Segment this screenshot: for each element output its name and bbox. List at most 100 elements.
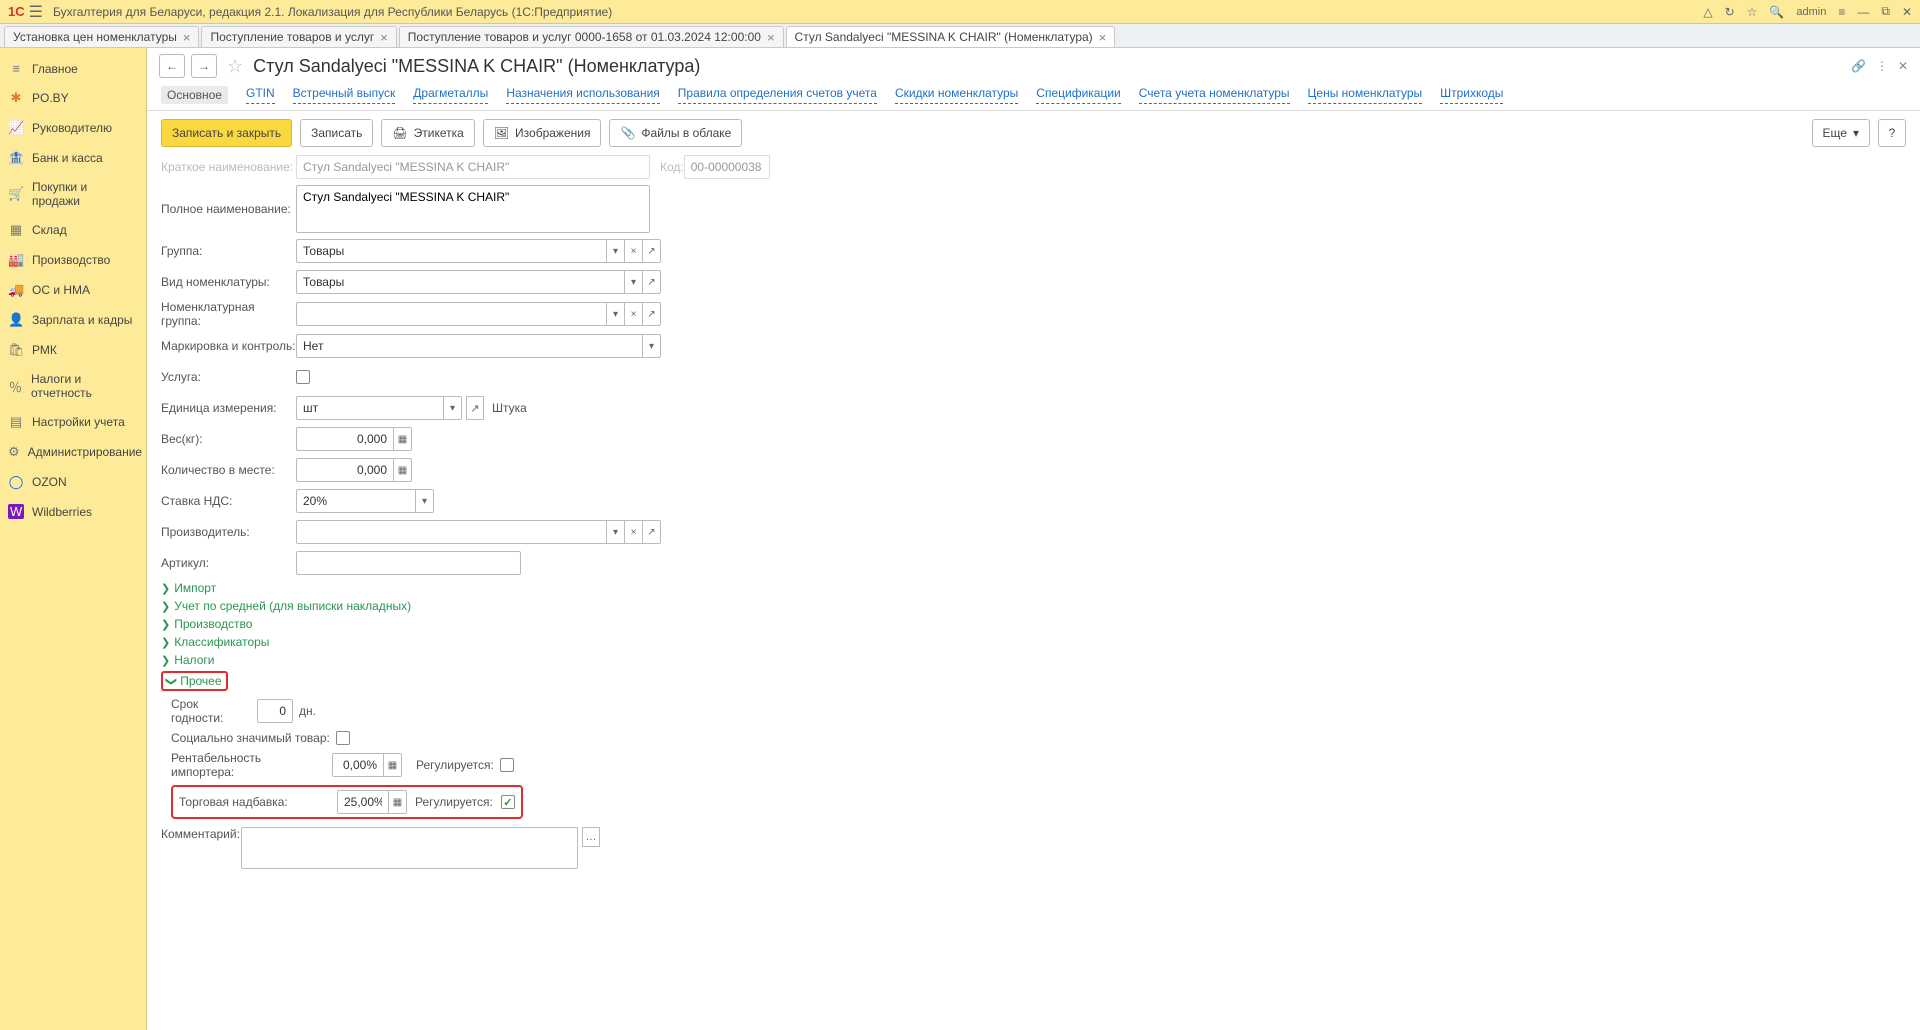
tab-prices[interactable]: Цены номенклатуры [1308,86,1423,104]
hamburger-icon[interactable]: ☰ [29,2,43,22]
open-icon[interactable]: ↗ [643,520,661,544]
star-icon[interactable]: ☆ [1747,5,1758,19]
favorite-icon[interactable]: ☆ [227,56,243,77]
tab-specs[interactable]: Спецификации [1036,86,1120,104]
sidebar-item-main[interactable]: ≡Главное [0,54,146,83]
images-button[interactable]: 🖼Изображения [483,119,602,147]
tab-close-icon[interactable]: × [767,30,775,45]
weight-input[interactable] [296,427,394,451]
code-input[interactable] [684,155,770,179]
clear-icon[interactable]: × [625,520,643,544]
sidebar-item-rmk[interactable]: 🛍РМК [0,335,146,365]
tab-barcodes[interactable]: Штрихкоды [1440,86,1503,104]
calc-icon[interactable]: ▦ [389,790,407,814]
bell-icon[interactable]: △ [1703,5,1712,19]
dropdown-icon[interactable]: ▾ [625,270,643,294]
sidebar-item-hr[interactable]: 👤Зарплата и кадры [0,305,146,335]
sidebar-item-ozon[interactable]: ◯OZON [0,467,146,497]
label-button[interactable]: 🖨Этикетка [381,119,474,147]
expand-comment-icon[interactable]: … [582,827,600,847]
comment-input[interactable] [241,827,578,869]
producer-input[interactable] [296,520,607,544]
sidebar-item-assets[interactable]: 🚚ОС и НМА [0,275,146,305]
nom-group-input[interactable] [296,302,607,326]
doc-tab-1[interactable]: Поступление товаров и услуг× [201,26,396,47]
dropdown-icon[interactable]: ▾ [607,239,625,263]
open-icon[interactable]: ↗ [643,270,661,294]
vat-input[interactable] [296,489,416,513]
expand-import[interactable]: ❯Импорт [161,581,1906,595]
dropdown-icon[interactable]: ▾ [607,302,625,326]
minimize-icon[interactable]: — [1857,5,1869,19]
tab-close-icon[interactable]: × [183,30,191,45]
open-icon[interactable]: ↗ [466,396,484,420]
back-button[interactable]: ← [159,54,185,78]
sidebar-item-bank[interactable]: 🏦Банк и касса [0,143,146,173]
tab-usage[interactable]: Назначения использования [506,86,659,104]
doc-tab-3[interactable]: Стул Sandalyeci "MESSINA K CHAIR" (Номен… [786,26,1116,47]
clear-icon[interactable]: × [625,302,643,326]
dropdown-icon[interactable]: ▾ [643,334,661,358]
marking-input[interactable] [296,334,643,358]
calc-icon[interactable]: ▦ [394,458,412,482]
doc-tab-0[interactable]: Установка цен номенклатуры× [4,26,199,47]
sidebar-item-manager[interactable]: 📈Руководителю [0,113,146,143]
settings-icon[interactable]: ≡ [1838,5,1845,19]
save-button[interactable]: Записать [300,119,373,147]
dropdown-icon[interactable]: ▾ [607,520,625,544]
calc-icon[interactable]: ▦ [394,427,412,451]
sidebar-item-wb[interactable]: WWildberries [0,497,146,526]
sidebar-item-poby[interactable]: ✱PO.BY [0,83,146,113]
service-checkbox[interactable] [296,370,310,384]
tab-close-icon[interactable]: × [380,30,388,45]
qty-input[interactable] [296,458,394,482]
article-input[interactable] [296,551,521,575]
expand-avg[interactable]: ❯Учет по средней (для выписки накладных) [161,599,1906,613]
more-button[interactable]: Еще▾ [1812,119,1870,147]
unit-input[interactable] [296,396,444,420]
tab-close-icon[interactable]: × [1099,30,1107,45]
shelf-input[interactable] [257,699,293,723]
expand-classifiers[interactable]: ❯Классификаторы [161,635,1906,649]
markup-regulated-checkbox[interactable] [501,795,515,809]
sidebar-item-warehouse[interactable]: ▦Склад [0,215,146,245]
expand-taxes[interactable]: ❯Налоги [161,653,1906,667]
close-icon[interactable]: ✕ [1902,5,1912,19]
cloud-files-button[interactable]: 📎Файлы в облаке [609,119,742,147]
social-checkbox[interactable] [336,731,350,745]
link-icon[interactable]: 🔗 [1851,59,1866,73]
rent-input[interactable] [332,753,384,777]
sidebar-item-settings[interactable]: ▤Настройки учета [0,407,146,437]
close-panel-icon[interactable]: ✕ [1898,59,1908,73]
open-icon[interactable]: ↗ [643,302,661,326]
tab-metals[interactable]: Драгметаллы [413,86,488,104]
calc-icon[interactable]: ▦ [384,753,402,777]
expand-production[interactable]: ❯Производство [161,617,1906,631]
short-name-input[interactable] [296,155,650,179]
sidebar-item-production[interactable]: 🏭Производство [0,245,146,275]
save-close-button[interactable]: Записать и закрыть [161,119,292,147]
dropdown-icon[interactable]: ▾ [444,396,462,420]
restore-icon[interactable]: ⧉ [1881,4,1890,19]
dropdown-icon[interactable]: ▾ [416,489,434,513]
tab-counter[interactable]: Встречный выпуск [293,86,396,104]
expand-other-highlighted[interactable]: ❯ Прочее [161,671,228,691]
doc-tab-2[interactable]: Поступление товаров и услуг 0000-1658 от… [399,26,784,47]
tab-gtin[interactable]: GTIN [246,86,275,104]
sidebar-item-sales[interactable]: 🛒Покупки и продажи [0,173,146,215]
help-button[interactable]: ? [1878,119,1906,147]
more-icon[interactable]: ⋮ [1876,59,1888,73]
full-name-input[interactable]: Стул Sandalyeci "MESSINA K CHAIR" [296,185,650,233]
open-icon[interactable]: ↗ [643,239,661,263]
clear-icon[interactable]: × [625,239,643,263]
group-input[interactable] [296,239,607,263]
sidebar-item-taxes[interactable]: ％Налоги и отчетность [0,365,146,407]
tab-discounts[interactable]: Скидки номенклатуры [895,86,1018,104]
type-input[interactable] [296,270,625,294]
history-icon[interactable]: ↻ [1725,5,1735,19]
tab-main[interactable]: Основное [161,86,228,104]
rent-regulated-checkbox[interactable] [500,758,514,772]
forward-button[interactable]: → [191,54,217,78]
sidebar-item-admin[interactable]: ⚙Администрирование [0,437,146,467]
search-icon[interactable]: 🔍 [1769,5,1784,19]
